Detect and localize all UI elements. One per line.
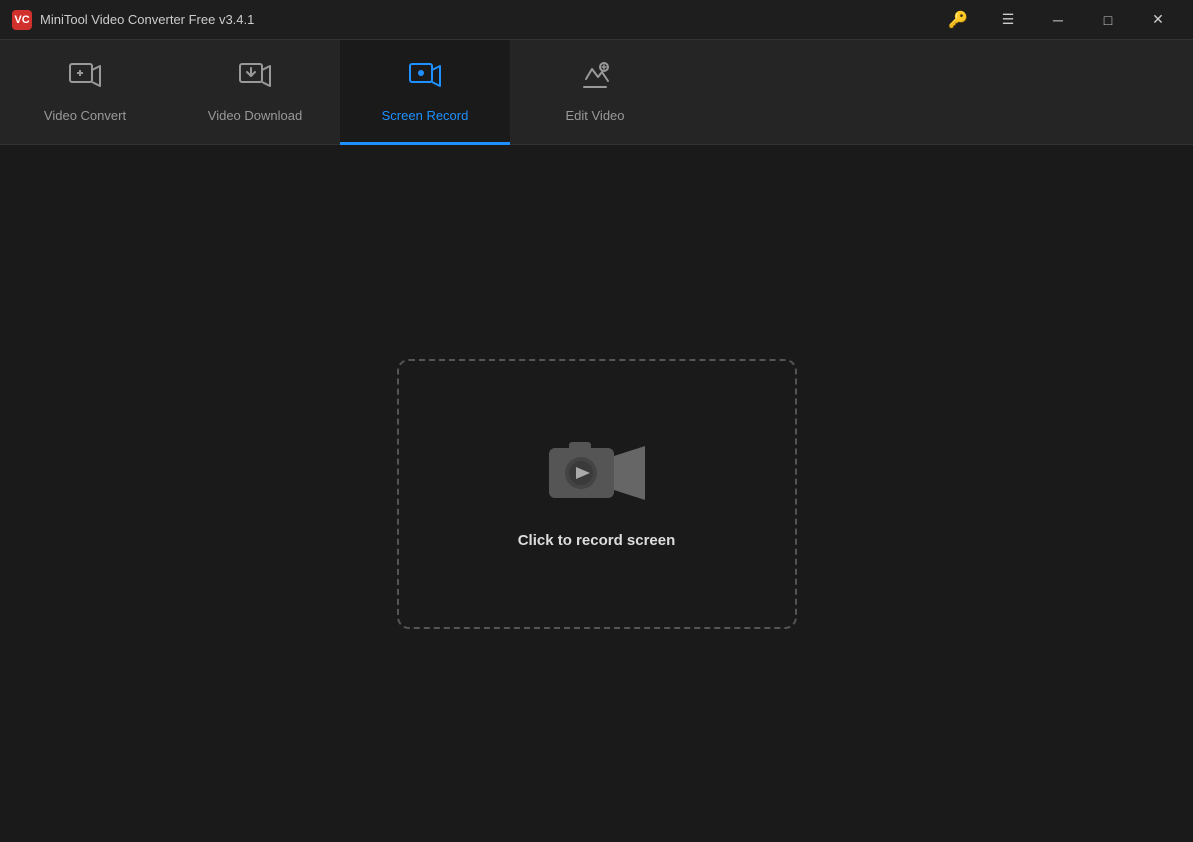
app-title: MiniTool Video Converter Free v3.4.1 (40, 12, 254, 27)
hamburger-icon: ☰ (1002, 11, 1015, 28)
tab-video-download[interactable]: Video Download (170, 40, 340, 145)
close-icon: ✕ (1152, 11, 1164, 28)
edit-video-icon (578, 59, 612, 98)
title-bar-controls: 🔑 ☰ ─ □ ✕ (935, 4, 1181, 36)
main-content: Click to record screen (0, 145, 1193, 842)
video-download-icon (238, 59, 272, 98)
camera-icon-wrapper (547, 438, 647, 508)
nav-bar: Video Convert Video Download Screen Reco… (0, 40, 1193, 145)
maximize-button[interactable]: □ (1085, 4, 1131, 36)
app-logo: VC (12, 10, 32, 30)
key-button[interactable]: 🔑 (935, 4, 981, 36)
video-convert-icon (68, 59, 102, 98)
tab-screen-record[interactable]: Screen Record (340, 40, 510, 145)
title-bar-left: VC MiniTool Video Converter Free v3.4.1 (12, 10, 254, 30)
minimize-icon: ─ (1053, 12, 1063, 28)
close-button[interactable]: ✕ (1135, 4, 1181, 36)
menu-button[interactable]: ☰ (985, 4, 1031, 36)
camera-icon (547, 438, 647, 508)
screen-record-icon (408, 59, 442, 98)
record-zone-label: Click to record screen (518, 532, 676, 549)
tab-video-convert-label: Video Convert (44, 108, 126, 123)
tab-edit-video-label: Edit Video (565, 108, 624, 123)
title-bar: VC MiniTool Video Converter Free v3.4.1 … (0, 0, 1193, 40)
tab-video-download-label: Video Download (208, 108, 302, 123)
tab-edit-video[interactable]: Edit Video (510, 40, 680, 145)
record-zone[interactable]: Click to record screen (397, 359, 797, 629)
tab-screen-record-label: Screen Record (382, 108, 469, 123)
key-icon: 🔑 (948, 10, 968, 30)
tab-video-convert[interactable]: Video Convert (0, 40, 170, 145)
maximize-icon: □ (1104, 12, 1112, 28)
minimize-button[interactable]: ─ (1035, 4, 1081, 36)
